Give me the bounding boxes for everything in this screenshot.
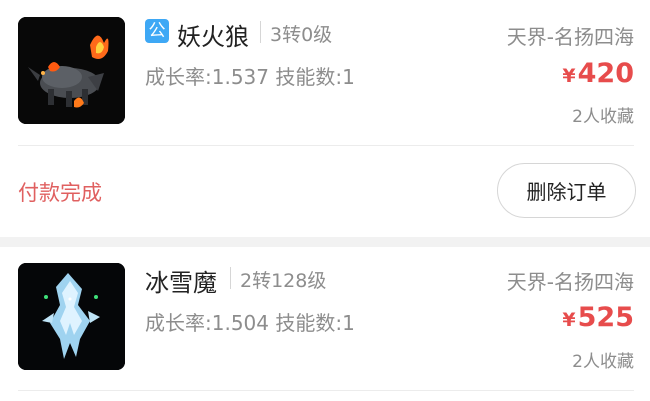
price-value: 525 xyxy=(577,302,634,333)
section-separator xyxy=(0,237,650,247)
pet-thumbnail[interactable] xyxy=(18,263,125,370)
public-badge: 公 xyxy=(145,19,169,43)
favorites-count: 2人收藏 xyxy=(572,107,634,127)
pet-name: 冰雪魔 xyxy=(145,269,217,297)
pet-tier: 2转128级 xyxy=(240,270,327,292)
price-value: 420 xyxy=(577,58,634,89)
pet-stats: 成长率:1.504 技能数:1 xyxy=(145,311,355,335)
server-name: 天界-名扬四海 xyxy=(506,270,634,294)
favorites-count: 2人收藏 xyxy=(572,352,634,372)
divider-bar xyxy=(260,21,261,43)
pet-tier: 3转0级 xyxy=(270,24,333,46)
card-divider xyxy=(18,145,634,146)
pet-name: 妖火狼 xyxy=(177,23,249,51)
pet-thumbnail[interactable] xyxy=(18,17,125,124)
price: ¥525 xyxy=(562,302,634,333)
fire-wolf-image xyxy=(18,17,125,124)
card-divider xyxy=(18,390,634,391)
divider-bar xyxy=(230,267,231,289)
pet-stats: 成长率:1.537 技能数:1 xyxy=(145,65,355,89)
order-status: 付款完成 xyxy=(18,181,102,205)
server-name: 天界-名扬四海 xyxy=(506,25,634,49)
currency-symbol: ¥ xyxy=(562,65,576,87)
price: ¥420 xyxy=(562,58,634,89)
ice-demon-image xyxy=(18,263,125,370)
currency-symbol: ¥ xyxy=(562,309,576,331)
delete-order-button[interactable]: 删除订单 xyxy=(497,163,636,218)
